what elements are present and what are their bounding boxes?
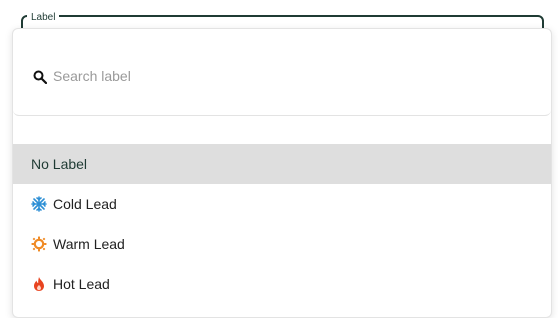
option-label: Warm Lead: [53, 236, 125, 252]
option-hot-lead[interactable]: Hot Lead: [13, 264, 551, 304]
fire-icon: [34, 277, 44, 291]
search-box: [13, 29, 551, 116]
option-list: No Label Cold Lead Warm Lead Hot Lead: [13, 144, 551, 304]
option-label: Hot Lead: [53, 276, 110, 292]
option-no-label[interactable]: No Label: [13, 144, 551, 184]
search-icon: [33, 70, 47, 84]
option-cold-lead[interactable]: Cold Lead: [13, 184, 551, 224]
snowflake-icon: [31, 196, 47, 212]
option-warm-lead[interactable]: Warm Lead: [13, 224, 551, 264]
search-input[interactable]: [53, 65, 523, 87]
sun-icon: [31, 236, 47, 252]
label-field-legend: Label: [27, 11, 60, 25]
label-dropdown: No Label Cold Lead: [12, 28, 552, 318]
option-label: No Label: [31, 156, 88, 172]
option-label: Cold Lead: [53, 196, 117, 212]
